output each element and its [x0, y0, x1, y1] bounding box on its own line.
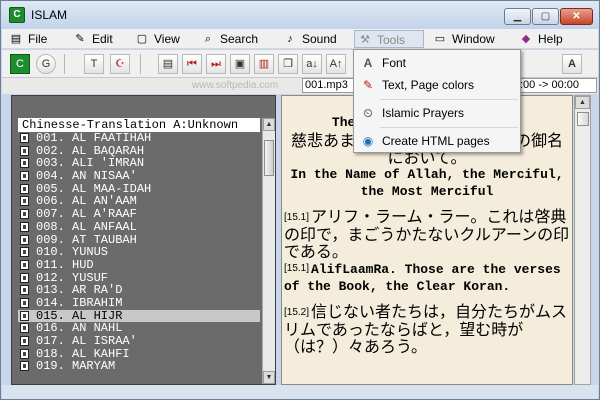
menu-separator	[380, 127, 518, 128]
book-icon	[20, 310, 29, 321]
menu-tools[interactable]: ⚒ Tools	[354, 30, 424, 48]
scrollbar-thumb[interactable]	[264, 140, 274, 176]
verse-japanese: [15.2] 信じない者たちは，自分たちがムスリムであったならばと，望む時が（は？…	[284, 302, 568, 356]
menu-edit[interactable]: ✎ Edit	[70, 30, 112, 48]
previous-track-icon[interactable]: ⏮	[182, 54, 202, 74]
file-icon: ▤	[10, 33, 22, 45]
minimize-button[interactable]: ▁	[504, 8, 531, 25]
book-icon	[20, 133, 29, 143]
tools-dropdown-menu: A Font ✎ Text, Page colors ⏲ Islamic Prayer…	[353, 49, 521, 153]
tools-icon: ⚒	[360, 34, 370, 46]
bismillah-english: In the Name of Allah, the Merciful, the …	[290, 167, 564, 199]
translation-header: Chinesse-Translation A:Unknown	[18, 118, 260, 132]
book-icon	[20, 196, 29, 207]
mosque-icon[interactable]: ☪	[110, 54, 130, 74]
book-icon	[20, 259, 29, 270]
edit-icon: ✎	[75, 33, 85, 45]
menu-separator	[380, 99, 518, 100]
window-title: ISLAM	[31, 8, 68, 22]
globe-icon: ◉	[362, 134, 374, 148]
sura-list-scrollbar[interactable]: ▲ ▼	[262, 118, 275, 384]
verse-japanese: [15.1] アリフ・ラーム・ラー。これは啓典の印で，まごうかたないクルアーンの印…	[284, 207, 570, 261]
verse-ref: [15.1]	[284, 212, 310, 223]
book-icon	[20, 183, 29, 194]
book-icon	[20, 145, 29, 156]
font-icon: A	[363, 56, 373, 70]
book-icon	[20, 209, 29, 220]
document-icon[interactable]: ▤	[158, 54, 178, 74]
bookmark-icon[interactable]: ▥	[254, 54, 274, 74]
book-icon	[20, 361, 29, 372]
menu-help[interactable]: ◆ Help	[516, 30, 563, 48]
sort-descending-icon[interactable]: a↓	[302, 54, 322, 74]
menu-view[interactable]: ▢ View	[132, 30, 180, 48]
menu-file[interactable]: ▤ File	[6, 30, 48, 48]
scroll-down-arrow-icon[interactable]: ▼	[263, 371, 275, 384]
book-icon	[20, 158, 29, 169]
menu-item-text-page-colors[interactable]: ✎ Text, Page colors	[354, 74, 520, 96]
verse-ref: [15.2]	[284, 307, 310, 318]
book-icon	[20, 221, 29, 232]
next-track-icon[interactable]: ⏭	[206, 54, 226, 74]
view-icon: ▢	[136, 33, 148, 45]
sort-ascending-icon[interactable]: A↑	[326, 54, 346, 74]
toolbar-separator	[64, 54, 65, 74]
sura-name: 019. MARYAM	[36, 359, 116, 374]
book-icon	[20, 234, 29, 245]
circle-icon[interactable]: G	[36, 54, 56, 74]
menu-item-create-html-pages[interactable]: ◉ Create HTML pages	[354, 130, 520, 152]
menu-item-font[interactable]: A Font	[354, 52, 520, 74]
verse-block: [15.1] アリフ・ラーム・ラー。これは啓典の印で，まごうかたないクルアーンの印…	[284, 208, 570, 295]
close-button[interactable]: ✕	[560, 8, 593, 25]
app-logo-icon: C	[9, 7, 25, 23]
scroll-up-arrow-icon[interactable]: ▲	[575, 96, 590, 109]
copy-icon[interactable]: ❐	[278, 54, 298, 74]
book-icon	[20, 348, 29, 359]
book-icon	[20, 285, 29, 296]
search-icon: ⌕	[204, 33, 212, 45]
window-icon: ▭	[434, 33, 446, 45]
book-icon	[20, 336, 29, 346]
menu-window[interactable]: ▭ Window	[430, 30, 495, 48]
verse-ref: [15.1]	[284, 263, 310, 274]
text-tool-icon[interactable]: T	[84, 54, 104, 74]
app-window: C ISLAM ▁ ▢ ✕ ▤ File ✎ Edit ▢ View ⌕ Search …	[0, 0, 600, 400]
status-bar	[2, 385, 598, 399]
verse-block: [15.2] 信じない者たちは，自分たちがムスリムであったならばと，望む時が（は？…	[284, 303, 570, 355]
menu-item-islamic-prayers[interactable]: ⏲ Islamic Prayers	[354, 102, 520, 124]
prayers-icon: ⏲	[363, 106, 373, 120]
page-icon[interactable]: ▣	[230, 54, 250, 74]
book-icon	[20, 171, 29, 182]
sura-list-item[interactable]: 019. MARYAM	[18, 360, 260, 373]
home-icon[interactable]: C	[10, 54, 30, 74]
playback-time-field[interactable]: :00 -> 00:00	[517, 78, 597, 93]
menu-sound[interactable]: ♪ Sound	[280, 30, 336, 48]
sura-list-panel: Chinesse-Translation A:Unknown 001. AL F…	[11, 95, 276, 385]
speaker-icon: ♪	[287, 33, 293, 45]
help-book-icon: ◆	[521, 33, 531, 45]
book-icon	[20, 247, 29, 258]
font-size-icon[interactable]: A	[562, 54, 582, 74]
watermark-text: www.softpedia.com	[192, 80, 279, 91]
sura-list: 001. AL FAATIHAH 002. AL BAQARAH 003. ALI …	[18, 132, 260, 373]
verse-scrollbar[interactable]: ▲	[574, 95, 591, 385]
menu-bar: ▤ File ✎ Edit ▢ View ⌕ Search ♪ Sound ⚒ Tools …	[2, 29, 598, 49]
maximize-button[interactable]: ▢	[532, 8, 559, 25]
book-icon	[20, 297, 29, 308]
scrollbar-thumb[interactable]	[577, 112, 589, 126]
title-bar[interactable]: C ISLAM ▁ ▢ ✕	[1, 1, 599, 29]
colors-icon: ✎	[362, 78, 374, 92]
verse-english: [15.1] AlifLaamRa. Those are the verses o…	[284, 262, 561, 294]
scroll-up-arrow-icon[interactable]: ▲	[263, 118, 275, 131]
menu-search[interactable]: ⌕ Search	[198, 30, 258, 48]
book-icon	[20, 272, 29, 283]
toolbar-separator	[140, 54, 141, 74]
book-icon	[20, 323, 29, 334]
